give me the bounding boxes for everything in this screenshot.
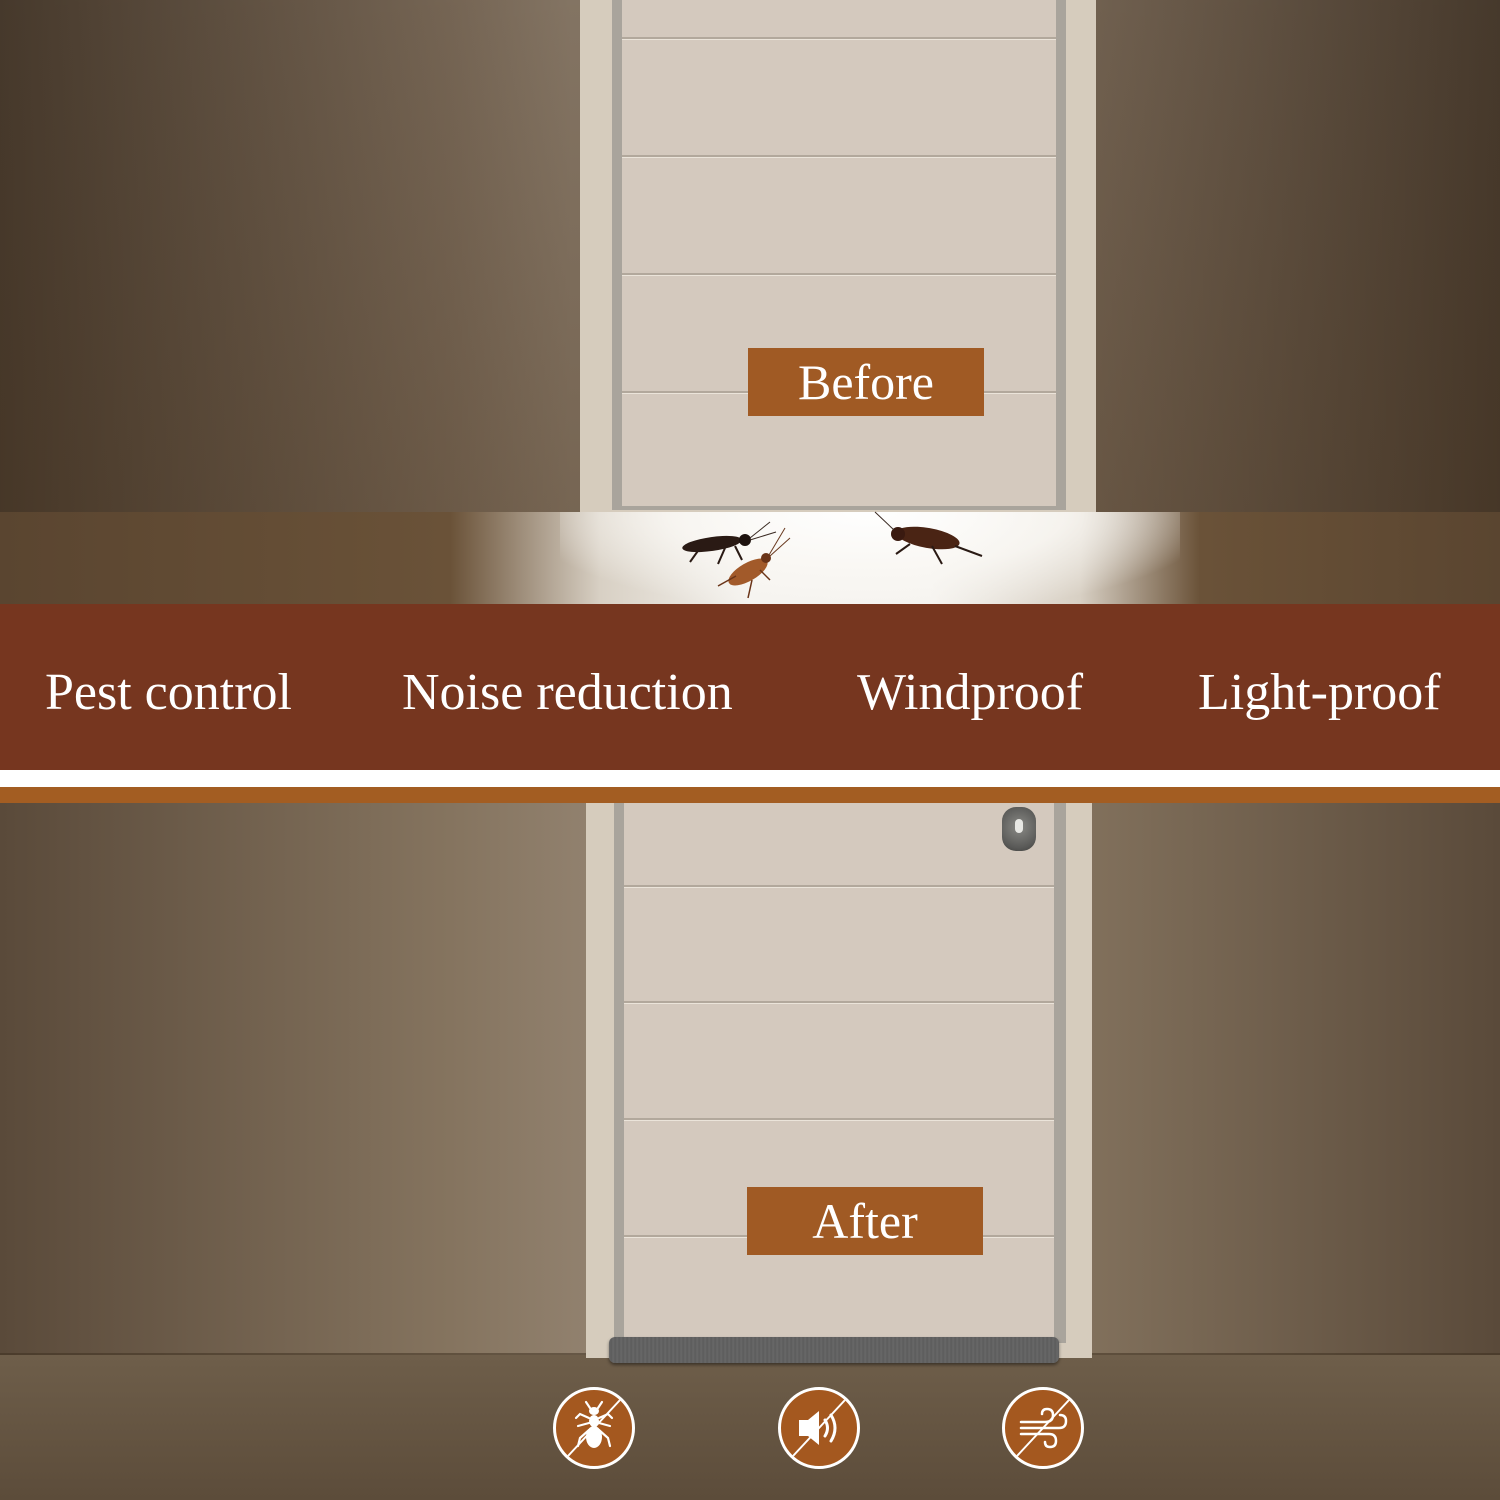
door-groove [624,1001,1054,1003]
no-pests-icon [553,1387,635,1469]
feature-light-proof: Light-proof [1198,664,1441,721]
after-label: After [747,1187,983,1255]
before-label: Before [748,348,984,416]
draft-stopper [609,1337,1059,1363]
no-wind-icon [1002,1387,1084,1469]
door-groove [624,885,1054,887]
divider-stripe-white [0,770,1500,787]
door-keyhole [1015,819,1023,833]
feature-pest-control: Pest control [45,664,292,721]
feature-noise-reduction: Noise reduction [402,664,733,721]
feature-windproof: Windproof [857,664,1084,721]
door-groove [622,155,1056,157]
door-groove [624,1118,1054,1120]
after-door [624,803,1054,1341]
cockroach-icon [874,511,983,565]
divider-stripe-orange [0,787,1500,803]
cockroaches-illustration [682,511,983,599]
after-floor [0,1355,1500,1500]
door-groove [622,37,1056,39]
door-groove [622,273,1056,275]
no-noise-icon [778,1387,860,1469]
before-door [622,0,1056,506]
